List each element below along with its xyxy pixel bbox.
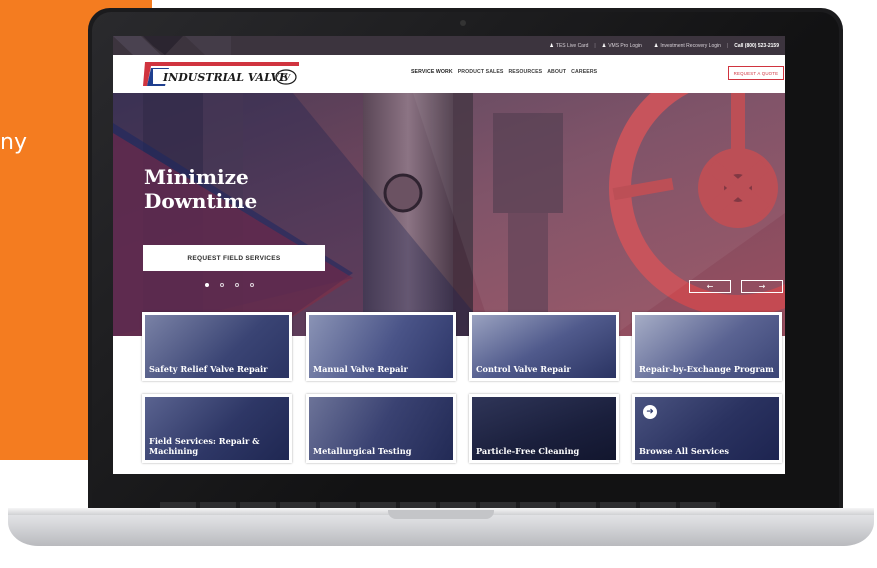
service-label: Particle-Free Cleaning [476, 446, 580, 456]
laptop-notch [388, 510, 494, 519]
side-panel-text: ny [0, 130, 27, 155]
nav-product-sales[interactable]: PRODUCT SALES [458, 69, 504, 75]
logo-text: INDUSTRIAL VALVE [162, 71, 288, 84]
service-card-browse-all[interactable]: ➜ Browse All Services [632, 394, 782, 463]
tes-live-card-link[interactable]: ♟ TES Live Card [549, 43, 588, 49]
tes-live-card-label: TES Live Card [555, 42, 589, 49]
service-image: Control Valve Repair [472, 315, 616, 378]
utility-bar: ♟ TES Live Card | ♟ VMS Pro Login ♟ Inve… [113, 36, 785, 55]
vms-pro-login-label: VMS Pro Login [608, 42, 642, 49]
slide-dot-1[interactable] [205, 283, 209, 287]
slide-dot-2[interactable] [220, 283, 224, 287]
user-lock-icon: ♟ [601, 42, 607, 49]
prev-slide-button[interactable]: ← [689, 280, 731, 293]
service-label: Metallurgical Testing [313, 446, 412, 456]
hero-slider: Minimize Downtime REQUEST FIELD SERVICES… [113, 93, 785, 336]
service-label: Manual Valve Repair [313, 364, 408, 374]
service-label: Control Valve Repair [476, 364, 571, 374]
hero-title: Minimize Downtime [144, 165, 258, 213]
service-image: ➜ Browse All Services [635, 397, 779, 460]
slide-dot-3[interactable] [235, 283, 239, 287]
arrow-right-circle-icon: ➜ [643, 405, 657, 419]
service-card-field-services[interactable]: Field Services: Repair & Machining [142, 394, 292, 463]
separator: | [594, 42, 596, 49]
nav-about[interactable]: ABOUT [547, 69, 566, 75]
website-screen: ♟ TES Live Card | ♟ VMS Pro Login ♟ Inve… [113, 36, 785, 474]
investment-recovery-label: Investment Recovery Login [660, 42, 721, 49]
service-card-repair-by-exchange[interactable]: Repair-by-Exchange Program [632, 312, 782, 381]
nav-service-work[interactable]: SERVICE WORK [411, 69, 453, 75]
nav-resources[interactable]: RESOURCES [508, 69, 542, 75]
service-card-manual-valve[interactable]: Manual Valve Repair [306, 312, 456, 381]
service-card-control-valve[interactable]: Control Valve Repair [469, 312, 619, 381]
nav-careers[interactable]: CAREERS [571, 69, 597, 75]
slide-dot-4[interactable] [250, 283, 254, 287]
user-icon: ♟ [549, 42, 554, 49]
service-image: Field Services: Repair & Machining [145, 397, 289, 460]
main-nav: SERVICE WORK PRODUCT SALES RESOURCES ABO… [411, 69, 597, 75]
service-card-particle-free-cleaning[interactable]: Particle-Free Cleaning [469, 394, 619, 463]
service-label: Repair-by-Exchange Program [639, 364, 774, 374]
arrow-left-icon: ← [706, 282, 714, 291]
investment-recovery-login-link[interactable]: ♟ Investment Recovery Login [654, 43, 721, 49]
logo-badge: IV [279, 73, 291, 83]
site-header: INDUSTRIAL VALVE IV SERVICE WORK PRODUCT… [113, 55, 785, 93]
service-image: Manual Valve Repair [309, 315, 453, 378]
industrial-valve-logo[interactable]: INDUSTRIAL VALVE IV [143, 60, 301, 88]
request-field-services-button[interactable]: REQUEST FIELD SERVICES [143, 245, 325, 271]
services-grid: Safety Relief Valve Repair Manual Valve … [113, 312, 785, 474]
service-card-safety-relief[interactable]: Safety Relief Valve Repair [142, 312, 292, 381]
service-image: Particle-Free Cleaning [472, 397, 616, 460]
arrow-right-icon: → [758, 282, 766, 291]
utility-bar-decoration [113, 36, 231, 55]
request-quote-button[interactable]: REQUEST A QUOTE [728, 66, 784, 80]
service-label: Field Services: Repair & Machining [149, 436, 260, 456]
vms-pro-login-link[interactable]: ♟ VMS Pro Login [602, 43, 642, 49]
service-image: Repair-by-Exchange Program [635, 315, 779, 378]
service-image: Metallurgical Testing [309, 397, 453, 460]
separator: | [726, 42, 729, 49]
utility-links: ♟ TES Live Card | ♟ VMS Pro Login ♟ Inve… [549, 36, 779, 55]
next-slide-button[interactable]: → [741, 280, 783, 293]
service-card-metallurgical-testing[interactable]: Metallurgical Testing [306, 394, 456, 463]
call-phone-link[interactable]: Call (800) 523-2159 [734, 43, 779, 49]
service-label: Browse All Services [639, 446, 729, 456]
service-label: Safety Relief Valve Repair [149, 364, 268, 374]
service-image: Safety Relief Valve Repair [145, 315, 289, 378]
hero-background-image [113, 93, 785, 336]
camera-icon [460, 20, 466, 26]
user-lock-icon: ♟ [653, 42, 659, 49]
slide-indicators [205, 283, 254, 287]
